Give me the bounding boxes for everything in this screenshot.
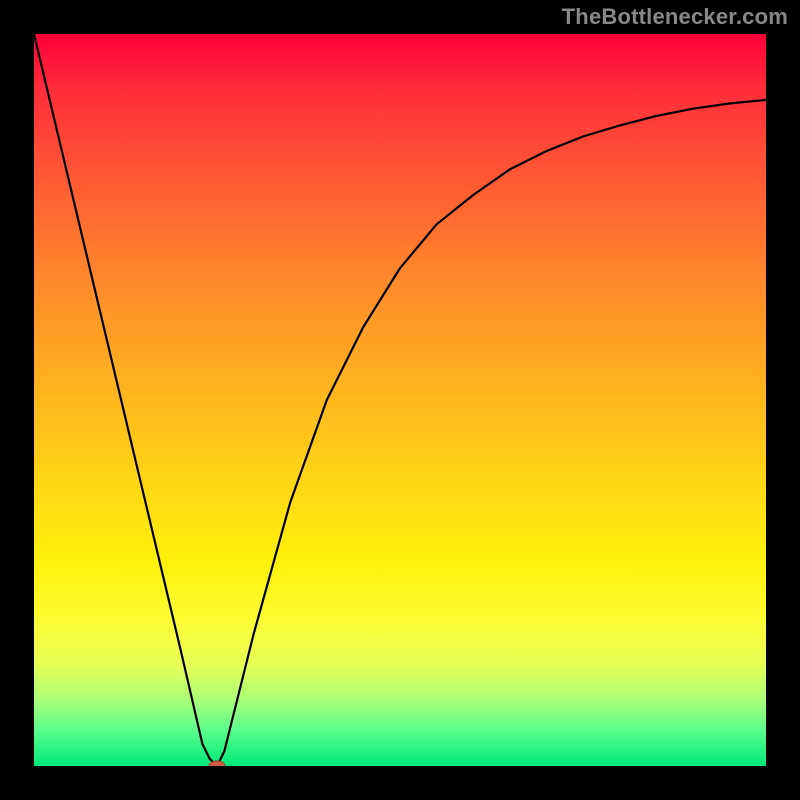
chart-svg — [34, 34, 766, 766]
chart-frame: TheBottlenecker.com — [0, 0, 800, 800]
bottleneck-curve — [34, 34, 766, 766]
watermark-text: TheBottlenecker.com — [562, 4, 788, 30]
plot-area — [34, 34, 766, 766]
